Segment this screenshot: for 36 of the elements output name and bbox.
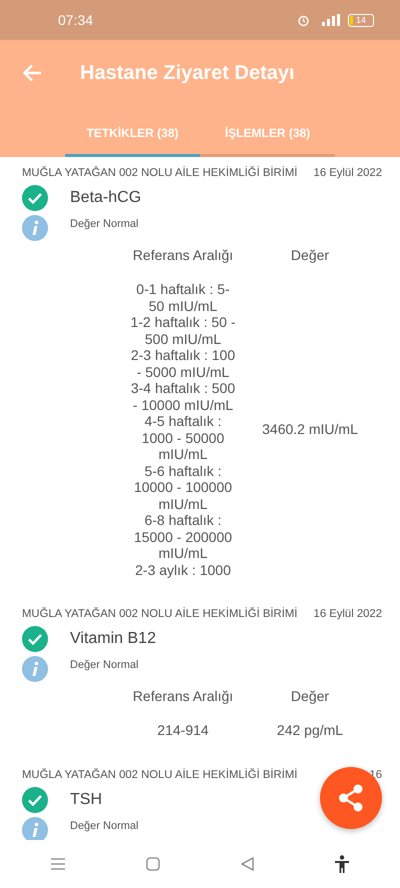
result-date: 16 Eylül 2022 — [314, 167, 382, 179]
screen-title: Hastane Ziyaret Detayı — [80, 62, 295, 84]
tab[interactable]: TETKİKLER (38) — [65, 114, 200, 157]
column-header: Değer — [290, 247, 330, 263]
info-icon — [22, 656, 48, 682]
column-header: Referans Aralığı — [132, 688, 234, 704]
status-note: Değer Normal — [70, 218, 138, 230]
column-header: Referans Aralığı — [132, 247, 234, 263]
check-icon — [22, 185, 48, 211]
result-value: 3460.2 mIU/mL — [261, 421, 359, 438]
test-name: Beta-hCG — [70, 189, 142, 207]
back-icon[interactable] — [241, 857, 254, 871]
battery-icon: 14 — [348, 14, 374, 26]
info-icon — [22, 215, 48, 241]
result-date: 16 Eylül 2022 — [314, 608, 382, 620]
clock-time: 07:34 — [58, 12, 94, 28]
clinic-name: MUĞLA YATAĞAN 002 NOLU AİLE HEKİMLİĞİ BİRİMİ — [22, 768, 298, 780]
check-icon — [22, 626, 48, 652]
column-header: Değer — [290, 688, 330, 704]
reference-range: 0-1 haftalık : 5- 50 mIU/mL 1-2 haftalık : 50 - 500 mIU/mL 2-3 haftalık : 100 - 5000 mIU/mL 3-4 haftalık : 500 - 10000 mIU/mL 4-5 haftalık : 1000 - 50000 mIU/mL 5-6 haftalık : 10000 - 100000 mIU/mL 6-8 haftalık : 15000 - 200000 mIU/mL 2-3 aylık : 1000 — [129, 281, 237, 578]
reference-range: 214-914 — [156, 722, 210, 738]
check-icon — [22, 786, 48, 812]
share-icon — [338, 784, 364, 812]
test-name: TSH — [70, 790, 102, 808]
status-note: Değer Normal — [70, 659, 138, 671]
alarm-icon — [297, 14, 310, 26]
menu-icon[interactable] — [50, 858, 65, 870]
clinic-name: MUĞLA YATAĞAN 002 NOLU AİLE HEKİMLİĞİ BİRİMİ — [22, 167, 298, 179]
home-icon[interactable] — [146, 857, 160, 871]
status-note: Değer Normal — [70, 820, 138, 832]
tab[interactable]: İŞLEMLER (38) — [200, 114, 335, 157]
share-button[interactable] — [320, 767, 382, 829]
accessibility-icon[interactable] — [335, 855, 350, 873]
test-name: Vitamin B12 — [70, 630, 156, 648]
clinic-name: MUĞLA YATAĞAN 002 NOLU AİLE HEKİMLİĞİ BİRİMİ — [22, 608, 298, 620]
result-value: 242 pg/mL — [276, 722, 344, 738]
